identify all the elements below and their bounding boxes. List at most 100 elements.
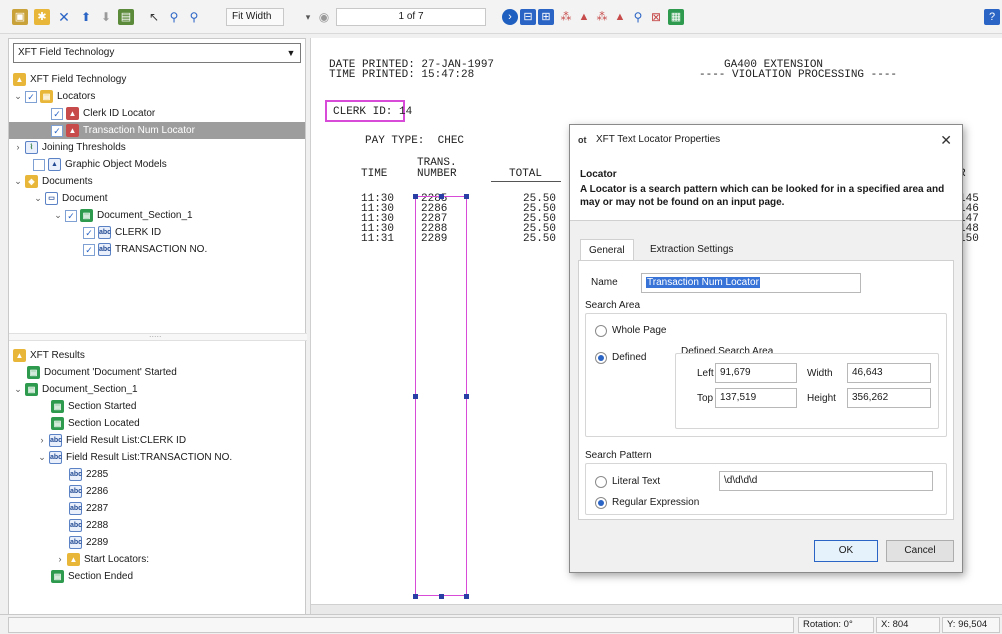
result-value[interactable]: abc 2286	[69, 483, 108, 500]
height-input[interactable]: 356,262	[847, 388, 931, 408]
zoom-out-icon[interactable]: ⚲	[186, 9, 202, 25]
result-start-locators[interactable]: › ▲ Start Locators:	[55, 551, 149, 568]
col-total-header: TOTAL	[509, 168, 543, 180]
tree-item-document[interactable]: ⌄ ▭ Document	[33, 190, 108, 207]
fit-page-icon[interactable]: ⊟	[520, 9, 536, 25]
width-input[interactable]: 46,643	[847, 363, 931, 383]
chevron-down-icon[interactable]: ⌄	[37, 449, 47, 466]
region-locator-icon[interactable]: ▲	[612, 9, 628, 25]
result-document-section[interactable]: ⌄ ▤ Document_Section_1	[13, 381, 138, 398]
pay-type-text: PAY TYPE: CHEC	[365, 135, 465, 147]
page-indicator-field[interactable]: 1 of 7	[336, 8, 486, 26]
dialog-titlebar[interactable]: ot XFT Text Locator Properties ✕	[570, 125, 962, 155]
chevron-down-icon[interactable]: ⌄	[53, 207, 63, 224]
result-value[interactable]: abc 2288	[69, 517, 108, 534]
tree-item-document-section[interactable]: ⌄ ✓ ▤ Document_Section_1	[53, 207, 193, 224]
tree-item-joining-thresholds[interactable]: › ⌇ Joining Thresholds	[13, 139, 126, 156]
tree-item-graphic-object-models[interactable]: ▲ Graphic Object Models	[33, 156, 167, 173]
project-combo[interactable]: XFT Field Technology ▼	[13, 43, 301, 63]
name-input[interactable]: Transaction Num Locator	[641, 273, 861, 293]
pattern-input[interactable]: \d\d\d\d	[719, 471, 933, 491]
chevron-down-icon[interactable]: ⌄	[13, 173, 23, 190]
tree-item-root[interactable]: ▲ XFT Field Technology	[13, 71, 126, 88]
move-down-icon[interactable]: ⬇	[98, 9, 114, 25]
delete-icon[interactable]: ✕	[56, 9, 72, 25]
fit-width-select[interactable]: Fit Width	[226, 8, 284, 26]
locator-icon[interactable]: ⁂	[558, 9, 574, 25]
literal-text-radio[interactable]	[595, 476, 607, 488]
tree-item-locators[interactable]: ⌄ ✓ ▤ Locators	[13, 88, 95, 105]
tree-item-label: TRANSACTION NO.	[115, 244, 208, 255]
result-field-clerk-id[interactable]: › abc Field Result List:CLERK ID	[37, 432, 186, 449]
tree-item-transaction-num-locator[interactable]: ✓ ▲ Transaction Num Locator	[9, 122, 305, 139]
move-up-icon[interactable]: ⬆	[78, 9, 94, 25]
clerk-id-locator-checkbox[interactable]: ✓	[51, 107, 63, 120]
graphic-locator-icon[interactable]: ⁂	[594, 9, 610, 25]
previous-page-icon[interactable]: ◉	[316, 9, 332, 25]
chevron-down-icon[interactable]: ▾	[300, 9, 316, 25]
chevron-down-icon[interactable]: ▼	[284, 44, 298, 62]
clerk-id-field-checkbox[interactable]: ✓	[83, 226, 95, 239]
resize-handle[interactable]	[439, 594, 444, 599]
tab-extraction-settings[interactable]: Extraction Settings	[642, 239, 741, 261]
whole-page-radio[interactable]	[595, 325, 607, 337]
resize-handle[interactable]	[464, 194, 469, 199]
tree-item-clerk-id-locator[interactable]: ✓ ▲ Clerk ID Locator	[51, 105, 155, 122]
result-value[interactable]: abc 2287	[69, 500, 108, 517]
locators-checkbox[interactable]: ✓	[25, 90, 37, 103]
new-icon[interactable]: ✱	[34, 9, 50, 25]
save-icon[interactable]: ▤	[118, 9, 134, 25]
result-document-started[interactable]: ▤ Document 'Document' Started	[27, 364, 177, 381]
close-icon[interactable]: ✕	[940, 125, 952, 155]
clear-icon[interactable]: ⊠	[648, 9, 664, 25]
open-icon[interactable]: ▣	[12, 9, 28, 25]
resize-handle[interactable]	[413, 194, 418, 199]
resize-handle[interactable]	[464, 394, 469, 399]
defined-radio[interactable]	[595, 352, 607, 364]
chevron-down-icon[interactable]: ⌄	[13, 88, 23, 105]
text-locator-icon[interactable]: ▲	[576, 9, 592, 25]
left-input[interactable]: 91,679	[715, 363, 797, 383]
transaction-field-checkbox[interactable]: ✓	[83, 243, 95, 256]
tree-item-clerk-id-field[interactable]: ✓ abc CLERK ID	[83, 224, 161, 241]
fit-height-icon[interactable]: ⊞	[538, 9, 554, 25]
cancel-button[interactable]: Cancel	[886, 540, 954, 562]
tab-general[interactable]: General	[580, 239, 634, 261]
tree-item-documents[interactable]: ⌄ ◈ Documents	[13, 173, 93, 190]
chevron-right-icon[interactable]: ›	[37, 432, 47, 449]
resize-handle[interactable]	[464, 594, 469, 599]
section-checkbox[interactable]: ✓	[65, 209, 77, 222]
results-root[interactable]: ▲ XFT Results	[13, 347, 85, 364]
tree-item-label: Locators	[57, 91, 96, 102]
transaction-search-area[interactable]	[415, 196, 467, 596]
tree-item-transaction-field[interactable]: ✓ abc TRANSACTION NO.	[83, 241, 207, 258]
result-section-started[interactable]: ▤ Section Started	[51, 398, 136, 415]
zoom-in-icon[interactable]: ⚲	[166, 9, 182, 25]
result-section-located[interactable]: ▤ Section Located	[51, 415, 140, 432]
resize-handle[interactable]	[439, 194, 444, 199]
top-input[interactable]: 137,519	[715, 388, 797, 408]
next-page-icon[interactable]: ›	[502, 9, 518, 25]
chevron-down-icon[interactable]: ⌄	[13, 381, 23, 398]
regular-expression-radio[interactable]	[595, 497, 607, 509]
result-value[interactable]: abc 2289	[69, 534, 108, 551]
ok-button[interactable]: OK	[814, 540, 878, 562]
result-value[interactable]: abc 2285	[69, 466, 108, 483]
horizontal-scrollbar[interactable]	[311, 604, 1002, 614]
result-field-transaction[interactable]: ⌄ abc Field Result List:TRANSACTION NO.	[37, 449, 232, 466]
chevron-down-icon[interactable]: ⌄	[33, 190, 43, 207]
help-icon[interactable]: ?	[984, 9, 1000, 25]
pointer-icon[interactable]: ↖	[146, 9, 162, 25]
chevron-right-icon[interactable]: ›	[55, 551, 65, 568]
chevron-right-icon[interactable]: ›	[13, 139, 23, 156]
run-icon[interactable]: ▦	[668, 9, 684, 25]
graphic-models-checkbox[interactable]	[33, 158, 45, 171]
transaction-locator-checkbox[interactable]: ✓	[51, 124, 63, 137]
results-icon: ▲	[13, 349, 26, 362]
resize-handle[interactable]	[413, 594, 418, 599]
panel-splitter[interactable]: .....	[9, 329, 307, 341]
result-section-ended[interactable]: ▤ Section Ended	[51, 568, 133, 585]
dialog-header: Locator A Locator is a search pattern wh…	[570, 155, 962, 221]
search-icon[interactable]: ⚲	[630, 9, 646, 25]
resize-handle[interactable]	[413, 394, 418, 399]
